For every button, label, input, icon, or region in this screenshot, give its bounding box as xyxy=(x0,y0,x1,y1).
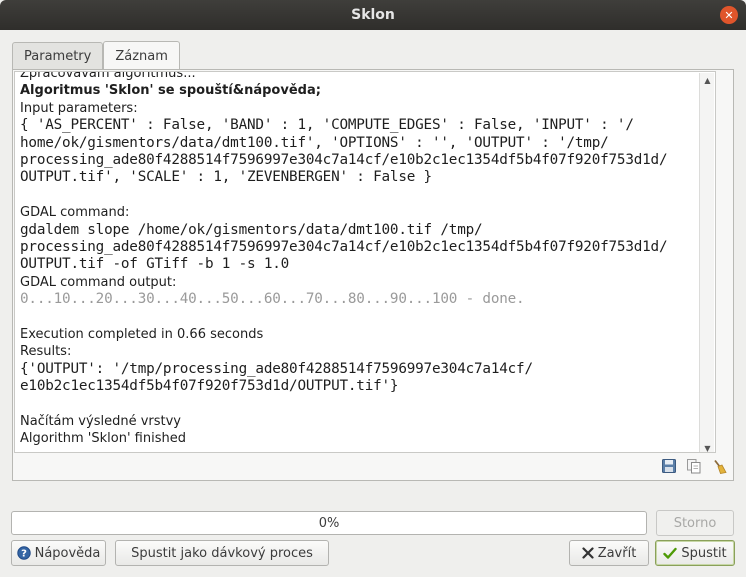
batch-process-button[interactable]: Spustit jako dávkový proces xyxy=(115,540,329,566)
log-line: { 'AS_PERCENT' : False, 'BAND' : 1, 'COM… xyxy=(20,117,634,134)
log-toolbar xyxy=(661,458,727,474)
broom-icon xyxy=(713,459,727,474)
close-x-icon xyxy=(582,547,594,559)
close-icon: ✕ xyxy=(724,8,734,22)
help-icon: ? xyxy=(16,546,31,560)
log-line: gdaldem slope /home/ok/gismentors/data/d… xyxy=(20,221,483,238)
checkmark-icon xyxy=(663,547,678,559)
log-line: Input parameters: xyxy=(20,100,138,116)
clear-log-button[interactable] xyxy=(711,458,727,474)
tab-zaznam[interactable]: Záznam xyxy=(103,41,180,71)
window-close-button[interactable]: ✕ xyxy=(720,6,738,24)
log-line: OUTPUT.tif -of GTiff -b 1 -s 1.0 xyxy=(20,256,290,273)
log-line: Execution completed in 0.66 seconds xyxy=(20,327,264,343)
log-line: Načítám výsledné vrstvy xyxy=(20,414,181,430)
save-log-button[interactable] xyxy=(661,458,677,474)
log-line: OUTPUT.tif', 'SCALE' : 1, 'ZEVENBERGEN' … xyxy=(20,169,432,186)
tab-parametry[interactable]: Parametry xyxy=(12,42,104,70)
progress-bar: 0% xyxy=(11,511,647,535)
log-line: GDAL command: xyxy=(20,205,130,221)
log-blank-line xyxy=(20,309,711,326)
log-line: Results: xyxy=(20,344,72,360)
log-line: Algorithm 'Sklon' finished xyxy=(20,431,186,447)
log-line: processing_ade80f4288514f7596997e304c7a1… xyxy=(20,152,668,169)
log-line: 0...10...20...30...40...50...60...70...8… xyxy=(20,291,525,308)
help-button[interactable]: ? Nápověda xyxy=(11,540,106,566)
scroll-down-icon[interactable]: ▼ xyxy=(700,441,715,453)
copy-log-button[interactable] xyxy=(686,458,702,474)
progress-label: 0% xyxy=(318,515,340,531)
copy-icon xyxy=(687,458,701,473)
window-titlebar: Sklon ✕ xyxy=(0,0,746,30)
log-line: Algoritmus 'Sklon' se spouští&nápověda; xyxy=(20,83,321,99)
log-content: Zpracovávám algoritmus... Algoritmus 'Skl… xyxy=(20,71,711,448)
log-blank-line xyxy=(20,187,711,204)
close-button[interactable]: Zavřít xyxy=(569,540,649,566)
log-text-area[interactable]: Zpracovávám algoritmus... Algoritmus 'Skl… xyxy=(14,71,716,453)
tab-bar: Parametry Záznam xyxy=(12,41,180,71)
log-blank-line xyxy=(20,396,711,413)
log-line: {'OUTPUT': '/tmp/processing_ade80f428851… xyxy=(20,360,533,377)
run-button[interactable]: Spustit xyxy=(655,540,735,566)
cancel-button[interactable]: Storno xyxy=(656,510,734,536)
log-vertical-scrollbar[interactable]: ▲ ▼ xyxy=(699,73,715,453)
log-panel: Zpracovávám algoritmus... Algoritmus 'Skl… xyxy=(12,69,734,481)
save-icon xyxy=(662,459,676,473)
svg-text:?: ? xyxy=(21,549,27,560)
log-line: e10b2c1ec1354df5b4f07f920f753d1d/OUTPUT.… xyxy=(20,378,399,395)
log-line: GDAL command output: xyxy=(20,274,177,290)
log-line: home/ok/gismentors/data/dmt100.tif', 'OP… xyxy=(20,134,609,151)
log-line: processing_ade80f4288514f7596997e304c7a1… xyxy=(20,239,668,256)
log-line: Zpracovávám algoritmus... xyxy=(20,71,196,81)
scroll-up-icon[interactable]: ▲ xyxy=(700,73,715,87)
window-title: Sklon xyxy=(351,7,395,23)
